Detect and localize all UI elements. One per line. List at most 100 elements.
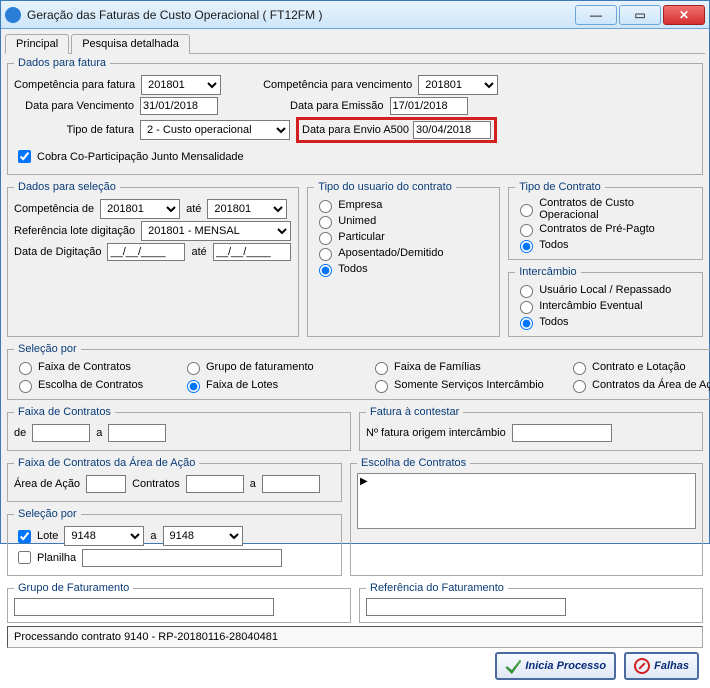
group-intercambio: Intercâmbio Usuário Local / Repassado In… bbox=[508, 266, 703, 337]
radio-empresa[interactable] bbox=[319, 200, 332, 213]
label-usuario-local: Usuário Local / Repassado bbox=[539, 284, 671, 296]
maximize-button[interactable]: ▭ bbox=[619, 5, 661, 25]
label-lote: Lote bbox=[37, 530, 58, 542]
input-data-a500[interactable] bbox=[413, 121, 491, 139]
radio-todos-contrato[interactable] bbox=[520, 240, 533, 253]
input-fc-a[interactable] bbox=[108, 424, 166, 442]
group-dados-fatura: Dados para fatura Competência para fatur… bbox=[7, 57, 703, 175]
input-contratos-de[interactable] bbox=[186, 475, 244, 493]
group-selecao-por-2: Seleção por Lote 9148 a 9148 Planilha bbox=[7, 508, 342, 576]
label-planilha: Planilha bbox=[37, 552, 76, 564]
no-entry-icon bbox=[634, 658, 650, 674]
select-comp-venc[interactable]: 201801 bbox=[418, 75, 498, 95]
grid-cursor-icon: ▶ bbox=[360, 476, 368, 487]
radio-aposentado[interactable] bbox=[319, 248, 332, 261]
label-data-a500: Data para Envio A500 bbox=[302, 124, 409, 136]
label-comp-fatura: Competência para fatura bbox=[14, 79, 135, 91]
radio-faixa-familias[interactable] bbox=[375, 362, 388, 375]
minimize-button[interactable]: — bbox=[575, 5, 617, 25]
label-data-emissao: Data para Emissão bbox=[290, 100, 384, 112]
window-title: Geração das Faturas de Custo Operacional… bbox=[27, 8, 575, 22]
radio-usuario-local[interactable] bbox=[520, 285, 533, 298]
check-planilha[interactable] bbox=[18, 551, 31, 564]
legend-dados-fatura: Dados para fatura bbox=[14, 57, 110, 69]
radio-todos-interc[interactable] bbox=[520, 317, 533, 330]
tab-principal[interactable]: Principal bbox=[5, 34, 69, 54]
label-ate-digit: até bbox=[191, 246, 206, 258]
label-contratos-a: a bbox=[250, 478, 256, 490]
group-dados-selecao: Dados para seleção Competência de 201801… bbox=[7, 181, 299, 337]
radio-contratos-area[interactable] bbox=[573, 380, 586, 393]
radio-pre-pagto[interactable] bbox=[520, 224, 533, 237]
radio-grupo-fatur[interactable] bbox=[187, 362, 200, 375]
legend-escolha-contratos: Escolha de Contratos bbox=[357, 457, 470, 469]
label-contratos-area: Contratos da Área de Ação bbox=[592, 379, 710, 391]
label-n-fatura-origem: Nº fatura origem intercâmbio bbox=[366, 427, 506, 439]
radio-somente-interc[interactable] bbox=[375, 380, 388, 393]
status-bar: Processando contrato 9140 - RP-20180116-… bbox=[7, 626, 703, 648]
label-fc-a: a bbox=[96, 427, 102, 439]
grid-escolha-contratos[interactable]: ▶ bbox=[357, 473, 696, 529]
label-somente-interc: Somente Serviços Intercâmbio bbox=[394, 379, 544, 391]
label-fc-de: de bbox=[14, 427, 26, 439]
legend-faixa-area: Faixa de Contratos da Área de Ação bbox=[14, 457, 199, 469]
label-data-digit: Data de Digitação bbox=[14, 246, 101, 258]
label-falhas: Falhas bbox=[654, 660, 689, 672]
select-comp-fatura[interactable]: 201801 bbox=[141, 75, 221, 95]
label-faixa-contratos: Faixa de Contratos bbox=[38, 361, 131, 373]
legend-tipo-contrato: Tipo de Contrato bbox=[515, 181, 605, 193]
group-faixa-contratos: Faixa de Contratos de a bbox=[7, 406, 351, 451]
select-ref-lote[interactable]: 201801 - MENSAL bbox=[141, 221, 291, 241]
label-data-venc: Data para Vencimento bbox=[14, 100, 134, 112]
group-tipo-usuario: Tipo do usuario do contrato Empresa Unim… bbox=[307, 181, 500, 337]
app-icon bbox=[5, 7, 21, 23]
radio-contrato-lotacao[interactable] bbox=[573, 362, 586, 375]
radio-escolha-contratos[interactable] bbox=[19, 380, 32, 393]
select-lote-de[interactable]: 9148 bbox=[64, 526, 144, 546]
input-fc-de[interactable] bbox=[32, 424, 90, 442]
button-inicia-processo[interactable]: Inicia Processo bbox=[495, 652, 616, 680]
input-planilha[interactable] bbox=[82, 549, 282, 567]
check-cobra-copart[interactable] bbox=[18, 150, 31, 163]
label-faixa-familias: Faixa de Famílias bbox=[394, 361, 481, 373]
legend-ref-fatur: Referência do Faturamento bbox=[366, 582, 508, 594]
check-lote[interactable] bbox=[18, 530, 31, 543]
label-todos-interc: Todos bbox=[539, 316, 568, 328]
input-contratos-a[interactable] bbox=[262, 475, 320, 493]
radio-faixa-lotes[interactable] bbox=[187, 380, 200, 393]
group-fatura-contestar: Fatura à contestar Nº fatura origem inte… bbox=[359, 406, 703, 451]
radio-custo-op[interactable] bbox=[520, 204, 533, 217]
label-todos-contrato: Todos bbox=[539, 239, 568, 251]
label-particular: Particular bbox=[338, 231, 384, 243]
select-comp-ate[interactable]: 201801 bbox=[207, 199, 287, 219]
input-grupo-fatur[interactable] bbox=[14, 598, 274, 616]
input-data-digit-de[interactable] bbox=[107, 243, 185, 261]
input-data-emissao[interactable] bbox=[390, 97, 468, 115]
label-custo-op: Contratos de Custo Operacional bbox=[539, 197, 696, 221]
legend-faixa-contratos: Faixa de Contratos bbox=[14, 406, 115, 418]
tab-pesquisa-detalhada[interactable]: Pesquisa detalhada bbox=[71, 34, 190, 54]
select-tipo-fatura[interactable]: 2 - Custo operacional bbox=[140, 120, 290, 140]
radio-faixa-contratos[interactable] bbox=[19, 362, 32, 375]
input-area-acao[interactable] bbox=[86, 475, 126, 493]
radio-unimed[interactable] bbox=[319, 216, 332, 229]
select-comp-de[interactable]: 201801 bbox=[100, 199, 180, 219]
select-lote-ate[interactable]: 9148 bbox=[163, 526, 243, 546]
label-tipo-fatura: Tipo de fatura bbox=[14, 124, 134, 136]
close-button[interactable]: ✕ bbox=[663, 5, 705, 25]
legend-intercambio: Intercâmbio bbox=[515, 266, 580, 278]
label-aposentado: Aposentado/Demitido bbox=[338, 247, 443, 259]
input-n-fatura-origem[interactable] bbox=[512, 424, 612, 442]
button-falhas[interactable]: Falhas bbox=[624, 652, 699, 680]
radio-particular[interactable] bbox=[319, 232, 332, 245]
input-ref-fatur[interactable] bbox=[366, 598, 566, 616]
legend-tipo-usuario: Tipo do usuario do contrato bbox=[314, 181, 456, 193]
radio-todos-usuario[interactable] bbox=[319, 264, 332, 277]
input-data-venc[interactable] bbox=[140, 97, 218, 115]
label-todos-usuario: Todos bbox=[338, 263, 367, 275]
label-inicia-processo: Inicia Processo bbox=[525, 660, 606, 672]
input-data-digit-ate[interactable] bbox=[213, 243, 291, 261]
label-empresa: Empresa bbox=[338, 199, 382, 211]
radio-interc-eventual[interactable] bbox=[520, 301, 533, 314]
label-ref-lote: Referência lote digitação bbox=[14, 225, 135, 237]
